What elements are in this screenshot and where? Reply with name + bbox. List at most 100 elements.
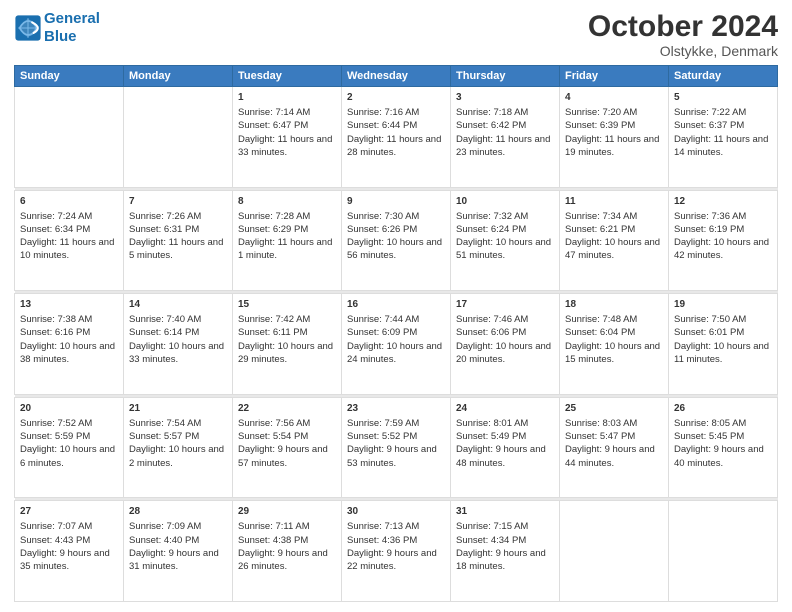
day-number: 24 [456, 402, 554, 416]
logo: General Blue [14, 10, 100, 46]
sunrise: Sunrise: 7:44 AM [347, 314, 419, 325]
calendar-cell: 14Sunrise: 7:40 AMSunset: 6:14 PMDayligh… [124, 294, 233, 395]
col-saturday: Saturday [669, 66, 778, 87]
day-number: 28 [129, 505, 227, 519]
sunrise: Sunrise: 7:34 AM [565, 211, 637, 222]
sunrise: Sunrise: 7:20 AM [565, 107, 637, 118]
sunset: Sunset: 6:06 PM [456, 327, 526, 338]
daylight: Daylight: 11 hours and 33 minutes. [238, 134, 332, 158]
daylight: Daylight: 10 hours and 42 minutes. [674, 237, 769, 261]
daylight: Daylight: 11 hours and 10 minutes. [20, 237, 114, 261]
daylight: Daylight: 10 hours and 56 minutes. [347, 237, 442, 261]
calendar-cell: 19Sunrise: 7:50 AMSunset: 6:01 PMDayligh… [669, 294, 778, 395]
day-number: 4 [565, 91, 663, 105]
daylight: Daylight: 11 hours and 19 minutes. [565, 134, 659, 158]
daylight: Daylight: 10 hours and 51 minutes. [456, 237, 551, 261]
col-friday: Friday [560, 66, 669, 87]
sunrise: Sunrise: 7:18 AM [456, 107, 528, 118]
sunset: Sunset: 5:59 PM [20, 431, 90, 442]
sunset: Sunset: 6:09 PM [347, 327, 417, 338]
day-number: 27 [20, 505, 118, 519]
daylight: Daylight: 11 hours and 23 minutes. [456, 134, 550, 158]
day-number: 26 [674, 402, 772, 416]
sunset: Sunset: 6:39 PM [565, 120, 635, 131]
sunset: Sunset: 6:26 PM [347, 224, 417, 235]
daylight: Daylight: 9 hours and 48 minutes. [456, 444, 546, 468]
calendar-cell: 21Sunrise: 7:54 AMSunset: 5:57 PMDayligh… [124, 397, 233, 498]
sunset: Sunset: 6:11 PM [238, 327, 308, 338]
day-number: 19 [674, 298, 772, 312]
sunset: Sunset: 5:54 PM [238, 431, 308, 442]
calendar-cell: 6 Sunrise: 7:24 AM Sunset: 6:34 PM Daylight… [15, 190, 124, 291]
sunset: Sunset: 6:19 PM [674, 224, 744, 235]
sunrise: Sunrise: 7:52 AM [20, 418, 92, 429]
day-number: 6 [20, 195, 118, 209]
day-number: 17 [456, 298, 554, 312]
calendar-title: October 2024 [588, 10, 778, 43]
sunset: Sunset: 4:36 PM [347, 535, 417, 546]
logo-icon [14, 14, 42, 42]
daylight: Daylight: 11 hours and 28 minutes. [347, 134, 441, 158]
daylight: Daylight: 9 hours and 53 minutes. [347, 444, 437, 468]
calendar-cell: 17Sunrise: 7:46 AMSunset: 6:06 PMDayligh… [451, 294, 560, 395]
sunrise: Sunrise: 7:15 AM [456, 521, 528, 532]
calendar-cell: 20Sunrise: 7:52 AMSunset: 5:59 PMDayligh… [15, 397, 124, 498]
daylight: Daylight: 10 hours and 15 minutes. [565, 341, 660, 365]
calendar-cell [669, 501, 778, 602]
daylight: Daylight: 9 hours and 31 minutes. [129, 548, 219, 572]
col-sunday: Sunday [15, 66, 124, 87]
col-tuesday: Tuesday [233, 66, 342, 87]
day-number: 14 [129, 298, 227, 312]
sunset: Sunset: 6:01 PM [674, 327, 744, 338]
sunset: Sunset: 6:47 PM [238, 120, 308, 131]
daylight: Daylight: 9 hours and 22 minutes. [347, 548, 437, 572]
calendar-cell: 12Sunrise: 7:36 AMSunset: 6:19 PMDayligh… [669, 190, 778, 291]
calendar-week-3: 13Sunrise: 7:38 AMSunset: 6:16 PMDayligh… [15, 294, 778, 395]
daylight: Daylight: 10 hours and 11 minutes. [674, 341, 769, 365]
calendar-cell: 2Sunrise: 7:16 AMSunset: 6:44 PMDaylight… [342, 87, 451, 188]
sunset: Sunset: 6:04 PM [565, 327, 635, 338]
sunrise: Sunrise: 7:32 AM [456, 211, 528, 222]
sunset: Sunset: 5:49 PM [456, 431, 526, 442]
sunset: Sunset: 6:29 PM [238, 224, 308, 235]
sunrise: Sunrise: 7:09 AM [129, 521, 201, 532]
daylight: Daylight: 9 hours and 57 minutes. [238, 444, 328, 468]
day-number: 16 [347, 298, 445, 312]
sunset: Sunset: 4:34 PM [456, 535, 526, 546]
daylight: Daylight: 9 hours and 40 minutes. [674, 444, 764, 468]
day-number: 1 [238, 91, 336, 105]
col-wednesday: Wednesday [342, 66, 451, 87]
day-number: 29 [238, 505, 336, 519]
calendar-cell: 5Sunrise: 7:22 AMSunset: 6:37 PMDaylight… [669, 87, 778, 188]
day-number: 18 [565, 298, 663, 312]
sunrise: Sunrise: 8:05 AM [674, 418, 746, 429]
calendar-cell: 25Sunrise: 8:03 AMSunset: 5:47 PMDayligh… [560, 397, 669, 498]
sunrise: Sunrise: 7:38 AM [20, 314, 92, 325]
sunset: Sunset: 6:31 PM [129, 224, 199, 235]
col-thursday: Thursday [451, 66, 560, 87]
calendar-page: General Blue October 2024 Olstykke, Denm… [0, 0, 792, 612]
daylight: Daylight: 11 hours and 5 minutes. [129, 237, 223, 261]
calendar-cell: 16Sunrise: 7:44 AMSunset: 6:09 PMDayligh… [342, 294, 451, 395]
day-number: 9 [347, 195, 445, 209]
day-number: 8 [238, 195, 336, 209]
header-row: Sunday Monday Tuesday Wednesday Thursday… [15, 66, 778, 87]
daylight: Daylight: 9 hours and 35 minutes. [20, 548, 110, 572]
sunrise: Sunrise: 7:11 AM [238, 521, 310, 532]
calendar-cell: 9Sunrise: 7:30 AMSunset: 6:26 PMDaylight… [342, 190, 451, 291]
calendar-cell: 13Sunrise: 7:38 AMSunset: 6:16 PMDayligh… [15, 294, 124, 395]
calendar-cell: 10Sunrise: 7:32 AMSunset: 6:24 PMDayligh… [451, 190, 560, 291]
sunset: Sunset: 6:34 PM [20, 224, 90, 235]
daylight: Daylight: 10 hours and 29 minutes. [238, 341, 333, 365]
calendar-cell: 23Sunrise: 7:59 AMSunset: 5:52 PMDayligh… [342, 397, 451, 498]
calendar-cell: 27Sunrise: 7:07 AMSunset: 4:43 PMDayligh… [15, 501, 124, 602]
sunset: Sunset: 4:40 PM [129, 535, 199, 546]
sunset: Sunset: 6:14 PM [129, 327, 199, 338]
sunrise: Sunrise: 7:24 AM [20, 211, 92, 222]
sunset: Sunset: 5:47 PM [565, 431, 635, 442]
day-number: 31 [456, 505, 554, 519]
day-number: 11 [565, 195, 663, 209]
daylight: Daylight: 9 hours and 18 minutes. [456, 548, 546, 572]
calendar-cell: 31 Sunrise: 7:15 AM Sunset: 4:34 PM Dayligh… [451, 501, 560, 602]
sunrise: Sunrise: 7:22 AM [674, 107, 746, 118]
